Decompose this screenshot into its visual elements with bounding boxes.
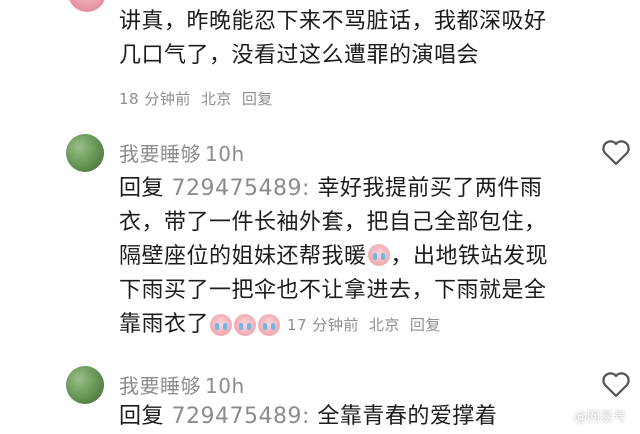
crying-emoji-icon: [367, 244, 390, 266]
crying-emoji-icon: [258, 314, 281, 336]
reply-location: 北京: [368, 316, 400, 334]
reply-button[interactable]: 回复: [242, 88, 273, 109]
reply-to-id[interactable]: 729475489:: [172, 404, 310, 429]
reply-header: 我要睡够 10h: [119, 370, 245, 399]
reply-header: 我要睡够 10h: [119, 138, 245, 167]
reply-line: 下雨买了一把伞也不让拿进去，下雨就是全: [119, 278, 547, 303]
reply-button[interactable]: 回复: [410, 308, 441, 342]
comment-text: 讲真，昨晚能忍下来不骂脏话，我都深吸好 几口气了，没看过这么遭罪的演唱会: [119, 5, 629, 73]
reply-meta: 17 分钟前 北京 回复: [287, 308, 441, 342]
time-ago: 10h: [205, 374, 245, 398]
reply-content: 幸好我提前买了两件雨: [317, 176, 543, 201]
reply-line: 回复 729475489: 幸好我提前买了两件雨: [119, 172, 634, 206]
reply-content: 隔壁座位的姐妹还帮我暖: [119, 244, 367, 269]
comment-location: 北京: [200, 90, 232, 108]
reply-content: 全靠青春的爱撑着: [317, 404, 498, 429]
avatar[interactable]: [66, 134, 104, 172]
heart-outline-icon[interactable]: [601, 138, 631, 166]
comment-line: 几口气了，没看过这么遭罪的演唱会: [119, 43, 480, 68]
crying-emoji-icon: [234, 314, 257, 336]
reply-line: 隔壁座位的姐妹还帮我暖 ，出地铁站发现: [119, 240, 634, 274]
reply-text: 回复 729475489: 幸好我提前买了两件雨 衣，带了一件长袖外套，把自己全…: [119, 172, 634, 342]
comment-meta: 18 分钟前 北京 回复: [119, 88, 273, 109]
heart-outline-icon[interactable]: [601, 370, 631, 398]
reply-time: 17 分钟前: [287, 316, 359, 334]
reply-content: 靠雨衣了: [119, 312, 210, 337]
reply-to-id[interactable]: 729475489:: [172, 176, 310, 201]
avatar[interactable]: [68, 0, 106, 12]
avatar[interactable]: [66, 366, 104, 404]
username[interactable]: 我要睡够: [119, 374, 201, 398]
reply-prefix: 回复: [119, 176, 165, 201]
reply-line: 靠雨衣了 17 分钟前 北京 回复: [119, 308, 634, 342]
comment-line: 讲真，昨晚能忍下来不骂脏话，我都深吸好: [119, 9, 547, 34]
comment-time: 18 分钟前: [119, 90, 191, 108]
watermark: @网易号: [573, 410, 626, 425]
reply-content: ，出地铁站发现: [390, 244, 549, 269]
reply-line: 衣，带了一件长袖外套，把自己全部包住，: [119, 210, 547, 235]
crying-emoji-icon: [210, 314, 233, 336]
reply-prefix: 回复: [119, 404, 165, 429]
username[interactable]: 我要睡够: [119, 142, 201, 166]
time-ago: 10h: [205, 142, 245, 166]
reply-text: 回复 729475489: 全靠青春的爱撑着: [119, 400, 634, 434]
